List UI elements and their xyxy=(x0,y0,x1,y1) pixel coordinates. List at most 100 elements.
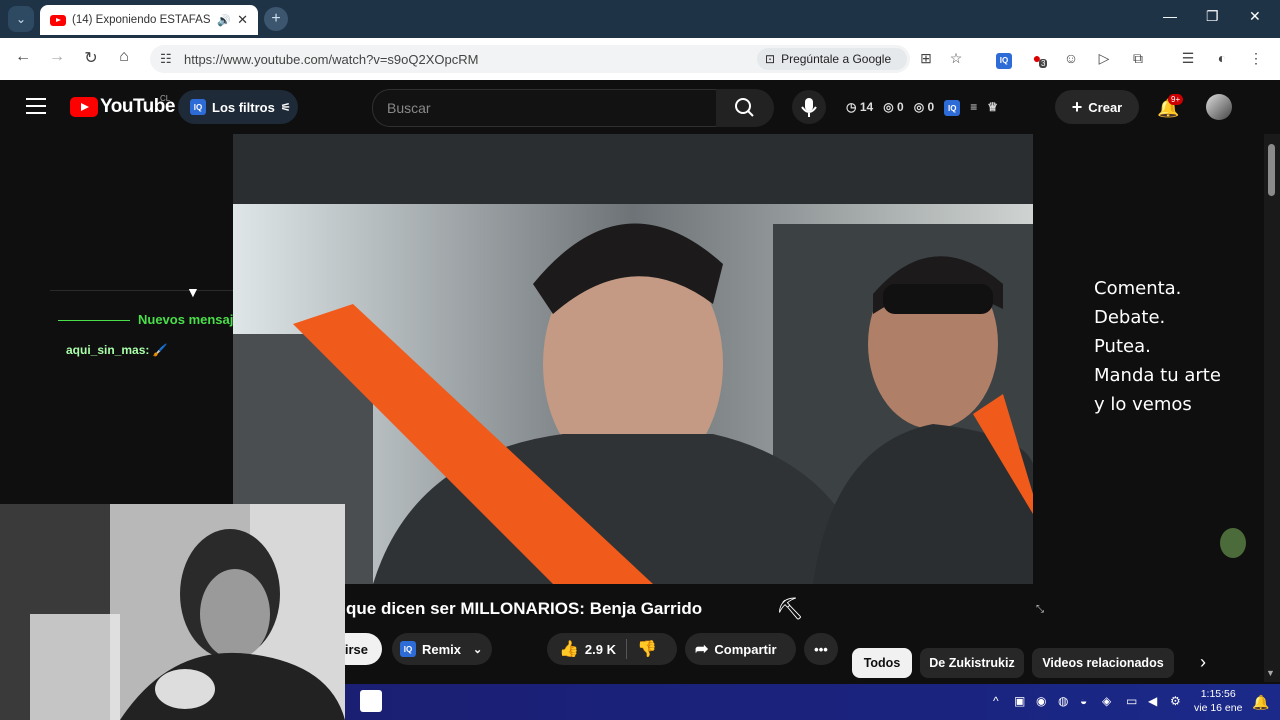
trophy-icon[interactable]: ♕ xyxy=(987,100,998,116)
tray-app-icon[interactable]: ▣ xyxy=(1014,694,1025,708)
tab-search-button[interactable]: ⌄ xyxy=(8,6,34,32)
iq-icon: IQ xyxy=(190,99,206,115)
tray-chevron-icon[interactable]: ^ xyxy=(993,694,999,708)
browser-menu-icon[interactable]: ⋮ xyxy=(1246,50,1266,67)
divider xyxy=(626,639,627,659)
overlay-line: Debate. xyxy=(1094,307,1166,328)
remix-button[interactable]: IQ Remix ⌄ xyxy=(392,633,492,665)
notification-center-icon[interactable]: 🔔 xyxy=(1252,694,1269,711)
like-dislike-group: 👍 2.9 K 👎 xyxy=(547,633,677,665)
iq-stats: ◷ 14 ◎ 0 ◎ 0 IQ ≡ ♕ xyxy=(846,100,998,116)
clock-icon: ◷ xyxy=(846,100,857,114)
page-scrollbar[interactable] xyxy=(1264,134,1280,682)
steam-icon[interactable]: ◒ xyxy=(1080,694,1087,708)
video-player[interactable] xyxy=(233,134,1033,584)
clock-time: 1:15:56 xyxy=(1200,688,1236,700)
taskbar-app-icon[interactable] xyxy=(360,690,382,712)
minimize-button[interactable]: — xyxy=(1163,8,1177,24)
new-messages-line-left xyxy=(58,320,130,321)
filter-icon[interactable]: ▼ xyxy=(186,284,200,300)
chevron-right-icon[interactable]: › xyxy=(1200,652,1206,673)
site-info-icon[interactable]: ☷ xyxy=(160,51,172,67)
stat-b: 0 xyxy=(927,100,935,114)
forward-icon[interactable]: → xyxy=(46,48,68,66)
tab-title: (14) Exponiendo ESTAFAS d xyxy=(72,14,212,26)
scroll-down-arrow-icon[interactable]: ▼ xyxy=(1266,668,1275,678)
youtube-logo-icon[interactable] xyxy=(70,97,98,117)
dislike-icon[interactable]: 👎 xyxy=(637,639,657,659)
search-input[interactable]: Buscar xyxy=(372,89,716,127)
video-frame xyxy=(233,134,1033,584)
more-dots-icon: ••• xyxy=(814,641,828,657)
microphone-icon xyxy=(801,98,817,117)
notifications-badge: 9+ xyxy=(1168,94,1184,105)
overlay-line: Putea. xyxy=(1094,336,1151,357)
share-icon: ➦ xyxy=(695,641,709,658)
clock-date: vie 16 ene xyxy=(1194,702,1243,714)
chat-message: aqui_sin_mas: 🖌️ xyxy=(66,343,168,357)
restore-button[interactable]: ❐ xyxy=(1206,8,1219,25)
taskbar-clock[interactable]: 1:15:56 vie 16 ene xyxy=(1194,687,1242,715)
home-icon[interactable]: ⌂ xyxy=(113,48,135,66)
extension-cat-icon[interactable]: ☺ xyxy=(1061,50,1081,66)
eye-icon: ◎ xyxy=(883,100,894,114)
tray-app2-icon[interactable]: ◍ xyxy=(1058,694,1068,708)
share-button[interactable]: ➦ Compartir xyxy=(685,633,796,665)
overlay-line: Comenta. xyxy=(1094,278,1182,299)
filters-label: Los filtros xyxy=(212,99,275,115)
menu-icon[interactable] xyxy=(26,98,46,119)
reload-icon[interactable]: ↻ xyxy=(80,48,102,68)
extensions-puzzle-icon[interactable]: ⧉ xyxy=(1128,50,1148,67)
profile-avatar-icon[interactable]: ◐ xyxy=(1212,50,1232,66)
eye-off-icon: ◎ xyxy=(913,100,925,114)
tray-app3-icon[interactable]: ◈ xyxy=(1102,694,1111,708)
webcam-overlay xyxy=(0,504,345,720)
voice-search-button[interactable] xyxy=(792,90,826,124)
plus-icon: + xyxy=(1071,96,1083,117)
chat-text: 🖌️ xyxy=(152,343,168,357)
ask-google-label: Pregúntale a Google xyxy=(781,52,892,66)
search-button[interactable] xyxy=(716,89,774,127)
extension-red-icon[interactable]: ● 3 xyxy=(1027,50,1048,68)
network-icon[interactable]: ▭ xyxy=(1126,694,1137,708)
iq-extension-icon[interactable]: IQ xyxy=(994,50,1014,69)
filters-button[interactable]: IQ Los filtros ⚟ xyxy=(178,90,298,124)
windows-taskbar xyxy=(345,684,1280,720)
like-count[interactable]: 2.9 K xyxy=(585,642,616,657)
share-label: Compartir xyxy=(714,641,777,657)
url-text: https://www.youtube.com/watch?v=s9oQ2XOp… xyxy=(184,52,479,67)
subscribe-label: irse xyxy=(344,641,368,657)
chip-all[interactable]: Todos xyxy=(852,648,912,678)
close-tab-icon[interactable]: ✕ xyxy=(237,12,248,28)
list-icon[interactable]: ≡ xyxy=(970,100,977,116)
discord-icon[interactable]: ◉ xyxy=(1036,694,1046,708)
chip-related[interactable]: Videos relacionados xyxy=(1032,648,1174,678)
account-avatar[interactable] xyxy=(1206,94,1232,120)
extension-play-icon[interactable]: ▷ xyxy=(1094,50,1114,67)
iq-icon-small[interactable]: IQ xyxy=(944,100,961,116)
reading-list-icon[interactable]: ☰ xyxy=(1178,50,1198,67)
webcam-feed xyxy=(0,504,345,720)
cursor-icon: ⤡ xyxy=(1036,604,1044,615)
close-window-button[interactable]: ✕ xyxy=(1249,8,1261,25)
sliders-icon: ⚟ xyxy=(280,101,291,114)
more-actions-button[interactable]: ••• xyxy=(804,633,838,665)
ask-google-button[interactable]: ⊡ Pregúntale a Google xyxy=(757,48,907,70)
tray-settings-icon[interactable]: ⚙ xyxy=(1170,694,1181,708)
overlay-text: Comenta. Debate. Putea. Manda tu arte y … xyxy=(1094,274,1221,419)
back-icon[interactable]: ← xyxy=(12,48,34,66)
scrollbar-thumb[interactable] xyxy=(1268,144,1275,196)
new-messages-label: Nuevos mensajes xyxy=(138,312,248,327)
install-app-icon[interactable]: ⊞ xyxy=(916,50,936,67)
extension-badge: 3 xyxy=(1039,59,1048,68)
like-icon[interactable]: 👍 xyxy=(559,639,579,659)
volume-icon[interactable]: ◀ xyxy=(1148,694,1157,708)
bookmark-star-icon[interactable]: ☆ xyxy=(946,50,966,67)
chip-from-channel[interactable]: De Zukistrukiz xyxy=(920,648,1024,678)
speaker-icon[interactable]: 🔊 xyxy=(217,14,231,27)
stat-a: 0 xyxy=(897,100,904,114)
new-tab-button[interactable]: + xyxy=(264,7,288,31)
browser-tab[interactable]: (14) Exponiendo ESTAFAS d 🔊 ✕ xyxy=(40,5,258,35)
chat-author: aqui_sin_mas: xyxy=(66,343,150,357)
create-button[interactable]: + Crear xyxy=(1055,90,1139,124)
